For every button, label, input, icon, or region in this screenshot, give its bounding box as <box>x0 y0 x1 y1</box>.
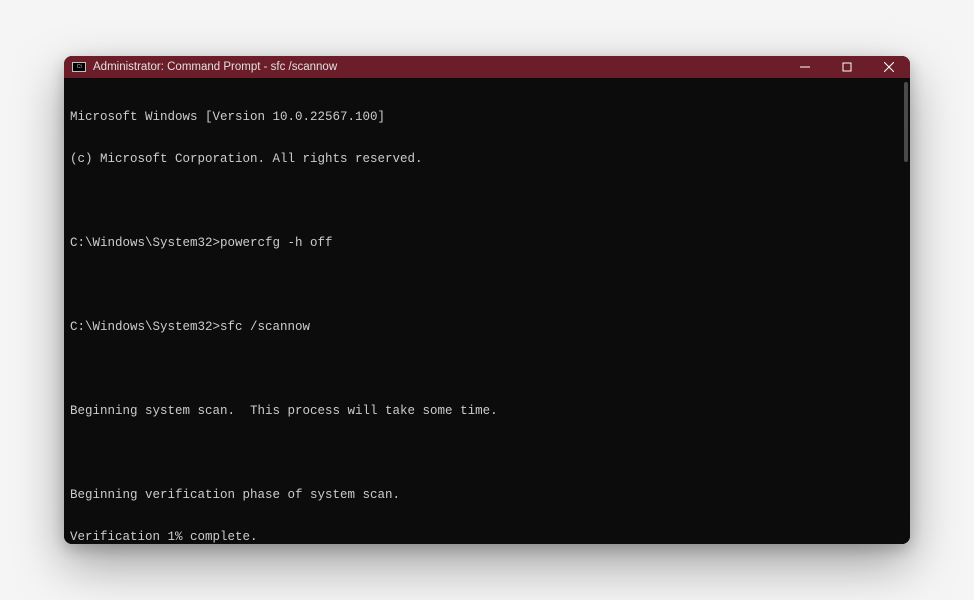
window-title: Administrator: Command Prompt - sfc /sca… <box>93 61 784 73</box>
output-line <box>70 278 904 292</box>
minimize-button[interactable] <box>784 56 826 78</box>
output-line: Beginning system scan. This process will… <box>70 404 904 418</box>
titlebar[interactable]: C:\ Administrator: Command Prompt - sfc … <box>64 56 910 78</box>
output-line: Microsoft Windows [Version 10.0.22567.10… <box>70 110 904 124</box>
minimize-icon <box>800 62 810 72</box>
output-line <box>70 362 904 376</box>
window-controls <box>784 56 910 78</box>
command-prompt-window: C:\ Administrator: Command Prompt - sfc … <box>64 56 910 544</box>
maximize-icon <box>842 62 852 72</box>
output-line: (c) Microsoft Corporation. All rights re… <box>70 152 904 166</box>
output-line: Verification 1% complete. <box>70 530 904 544</box>
app-icon: C:\ <box>72 62 86 72</box>
maximize-button[interactable] <box>826 56 868 78</box>
output-line: C:\Windows\System32>powercfg -h off <box>70 236 904 250</box>
close-button[interactable] <box>868 56 910 78</box>
output-line: C:\Windows\System32>sfc /scannow <box>70 320 904 334</box>
output-line <box>70 446 904 460</box>
output-line: Beginning verification phase of system s… <box>70 488 904 502</box>
output-line <box>70 194 904 208</box>
close-icon <box>884 62 894 72</box>
terminal-output[interactable]: Microsoft Windows [Version 10.0.22567.10… <box>64 78 910 544</box>
scrollbar-thumb[interactable] <box>904 82 908 162</box>
